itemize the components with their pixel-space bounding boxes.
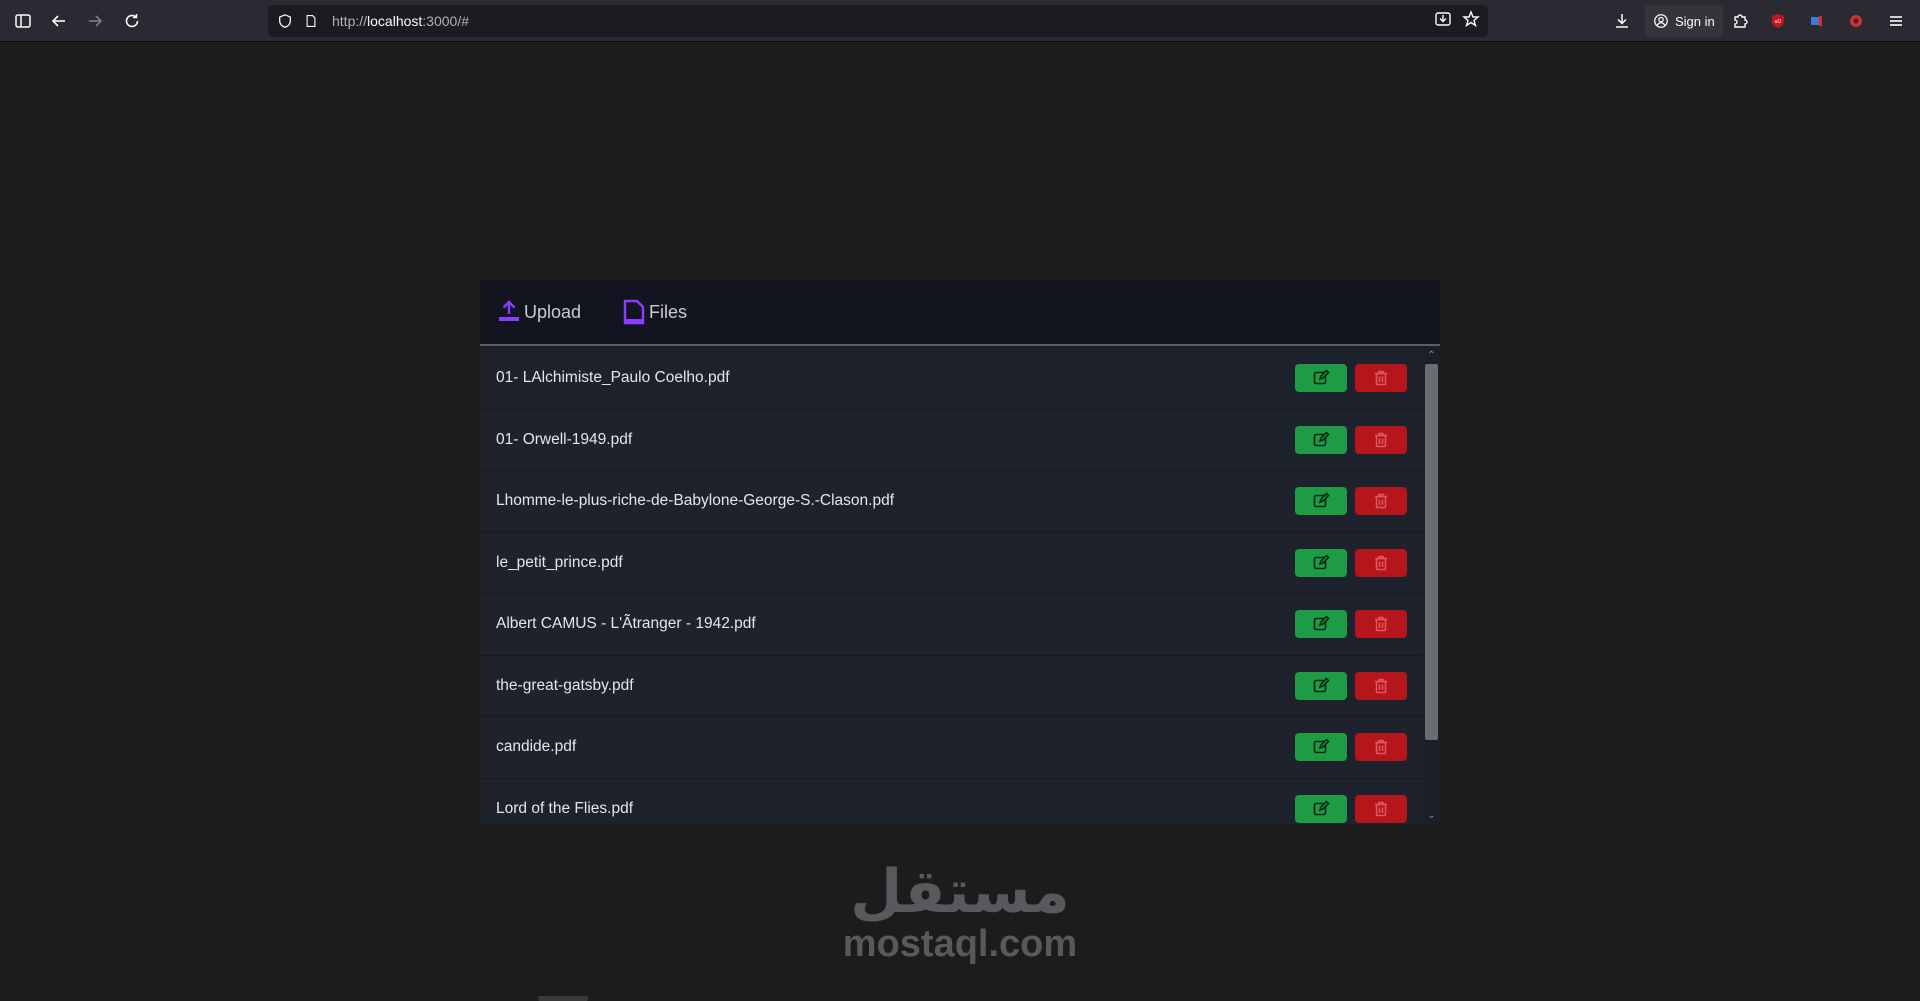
nav-files[interactable]: Files [621, 298, 687, 326]
reload-icon[interactable] [116, 5, 148, 37]
file-name: candide.pdf [496, 738, 577, 756]
file-row: Lhomme-le-plus-riche-de-Babylone-George-… [480, 471, 1423, 533]
card-header: Upload Files [480, 280, 1440, 346]
edit-button[interactable] [1295, 487, 1347, 516]
menu-icon[interactable] [1880, 5, 1912, 37]
sign-in-button[interactable]: Sign in [1645, 5, 1723, 37]
file-list-scrollbar[interactable]: ⌃ ⌄ [1423, 348, 1440, 824]
mostaql-watermark: مستقل mostaql.com [830, 860, 1090, 964]
horizontal-scroll-indicator [538, 996, 588, 1001]
back-icon[interactable] [43, 5, 75, 37]
file-name: Lord of the Flies.pdf [496, 799, 633, 817]
file-row: 01- LAlchimiste_Paulo Coelho.pdf [480, 348, 1423, 410]
edit-button[interactable] [1295, 733, 1347, 762]
ublock-origin-icon[interactable]: uO [1762, 5, 1794, 37]
edit-icon [1312, 738, 1330, 756]
file-list: 01- LAlchimiste_Paulo Coelho.pdf 01- Orwe… [480, 348, 1423, 824]
edit-icon [1312, 800, 1330, 818]
nav-upload-label: Upload [524, 301, 582, 322]
file-row: 01- Orwell-1949.pdf [480, 409, 1423, 471]
file-row: the-great-gatsby.pdf [480, 655, 1423, 717]
scroll-up-icon[interactable]: ⌃ [1426, 350, 1437, 361]
delete-button[interactable] [1355, 733, 1407, 762]
file-row: le_petit_prince.pdf [480, 532, 1423, 594]
file-name: the-great-gatsby.pdf [496, 676, 634, 694]
file-row: Lord of the Flies.pdf [480, 778, 1423, 824]
delete-button[interactable] [1355, 671, 1407, 700]
svg-text:uO: uO [1775, 19, 1782, 25]
watermark-latin: mostaql.com [842, 923, 1078, 965]
file-name: Albert CAMUS - L'Ãtranger - 1942.pdf [496, 615, 756, 633]
extension-translate-icon[interactable] [1801, 5, 1833, 37]
url-bar[interactable]: http://localhost:3000/# [268, 5, 1488, 37]
trash-icon [1372, 492, 1390, 510]
sidebar-toggle-icon[interactable] [7, 5, 39, 37]
scroll-thumb[interactable] [1425, 364, 1438, 740]
account-icon [1654, 14, 1668, 28]
downloads-icon[interactable] [1606, 5, 1638, 37]
upload-icon [499, 300, 519, 321]
edit-icon [1312, 369, 1330, 387]
trash-icon [1372, 738, 1390, 756]
trash-icon [1372, 800, 1390, 818]
edit-icon [1312, 677, 1330, 695]
save-to-pocket-icon[interactable] [1434, 10, 1452, 33]
sign-in-label: Sign in [1675, 13, 1715, 29]
edit-icon [1312, 431, 1330, 449]
extension-icon[interactable] [1840, 5, 1872, 37]
file-row: Albert CAMUS - L'Ãtranger - 1942.pdf [480, 594, 1423, 656]
file-name: 01- Orwell-1949.pdf [496, 430, 633, 448]
file-row: candide.pdf [480, 717, 1423, 779]
edit-button[interactable] [1295, 364, 1347, 393]
edit-button[interactable] [1295, 610, 1347, 639]
edit-icon [1312, 615, 1330, 633]
file-name: le_petit_prince.pdf [496, 553, 623, 571]
delete-button[interactable] [1355, 610, 1407, 639]
file-name: 01- LAlchimiste_Paulo Coelho.pdf [496, 369, 730, 387]
delete-button[interactable] [1355, 487, 1407, 516]
delete-button[interactable] [1355, 548, 1407, 577]
trash-icon [1372, 431, 1390, 449]
trash-icon [1372, 554, 1390, 572]
delete-button[interactable] [1355, 364, 1407, 393]
edit-button[interactable] [1295, 548, 1347, 577]
shield-icon[interactable] [276, 12, 294, 30]
url-text: http://localhost:3000/# [332, 13, 470, 29]
edit-button[interactable] [1295, 794, 1347, 823]
watermark-arabic: مستقل [850, 857, 1070, 927]
trash-icon [1372, 369, 1390, 387]
trash-icon [1372, 677, 1390, 695]
edit-button[interactable] [1295, 425, 1347, 454]
browser-toolbar: http://localhost:3000/# Sign in uO [0, 0, 1920, 42]
file-name: Lhomme-le-plus-riche-de-Babylone-George-… [496, 492, 895, 510]
bookmark-star-icon[interactable] [1462, 9, 1480, 33]
edit-icon [1312, 554, 1330, 572]
nav-files-label: Files [649, 301, 688, 322]
edit-button[interactable] [1295, 671, 1347, 700]
nav-upload[interactable]: Upload [496, 298, 581, 326]
file-icon [623, 299, 645, 325]
delete-button[interactable] [1355, 794, 1407, 823]
extensions-icon[interactable] [1724, 5, 1756, 37]
delete-button[interactable] [1355, 425, 1407, 454]
trash-icon [1372, 615, 1390, 633]
scroll-down-icon[interactable]: ⌄ [1426, 810, 1437, 821]
page-icon[interactable] [302, 12, 320, 30]
edit-icon [1312, 492, 1330, 510]
file-manager-card: Upload Files 01- LAlchimiste_Paulo Coelh… [480, 280, 1440, 824]
forward-icon[interactable] [79, 5, 111, 37]
